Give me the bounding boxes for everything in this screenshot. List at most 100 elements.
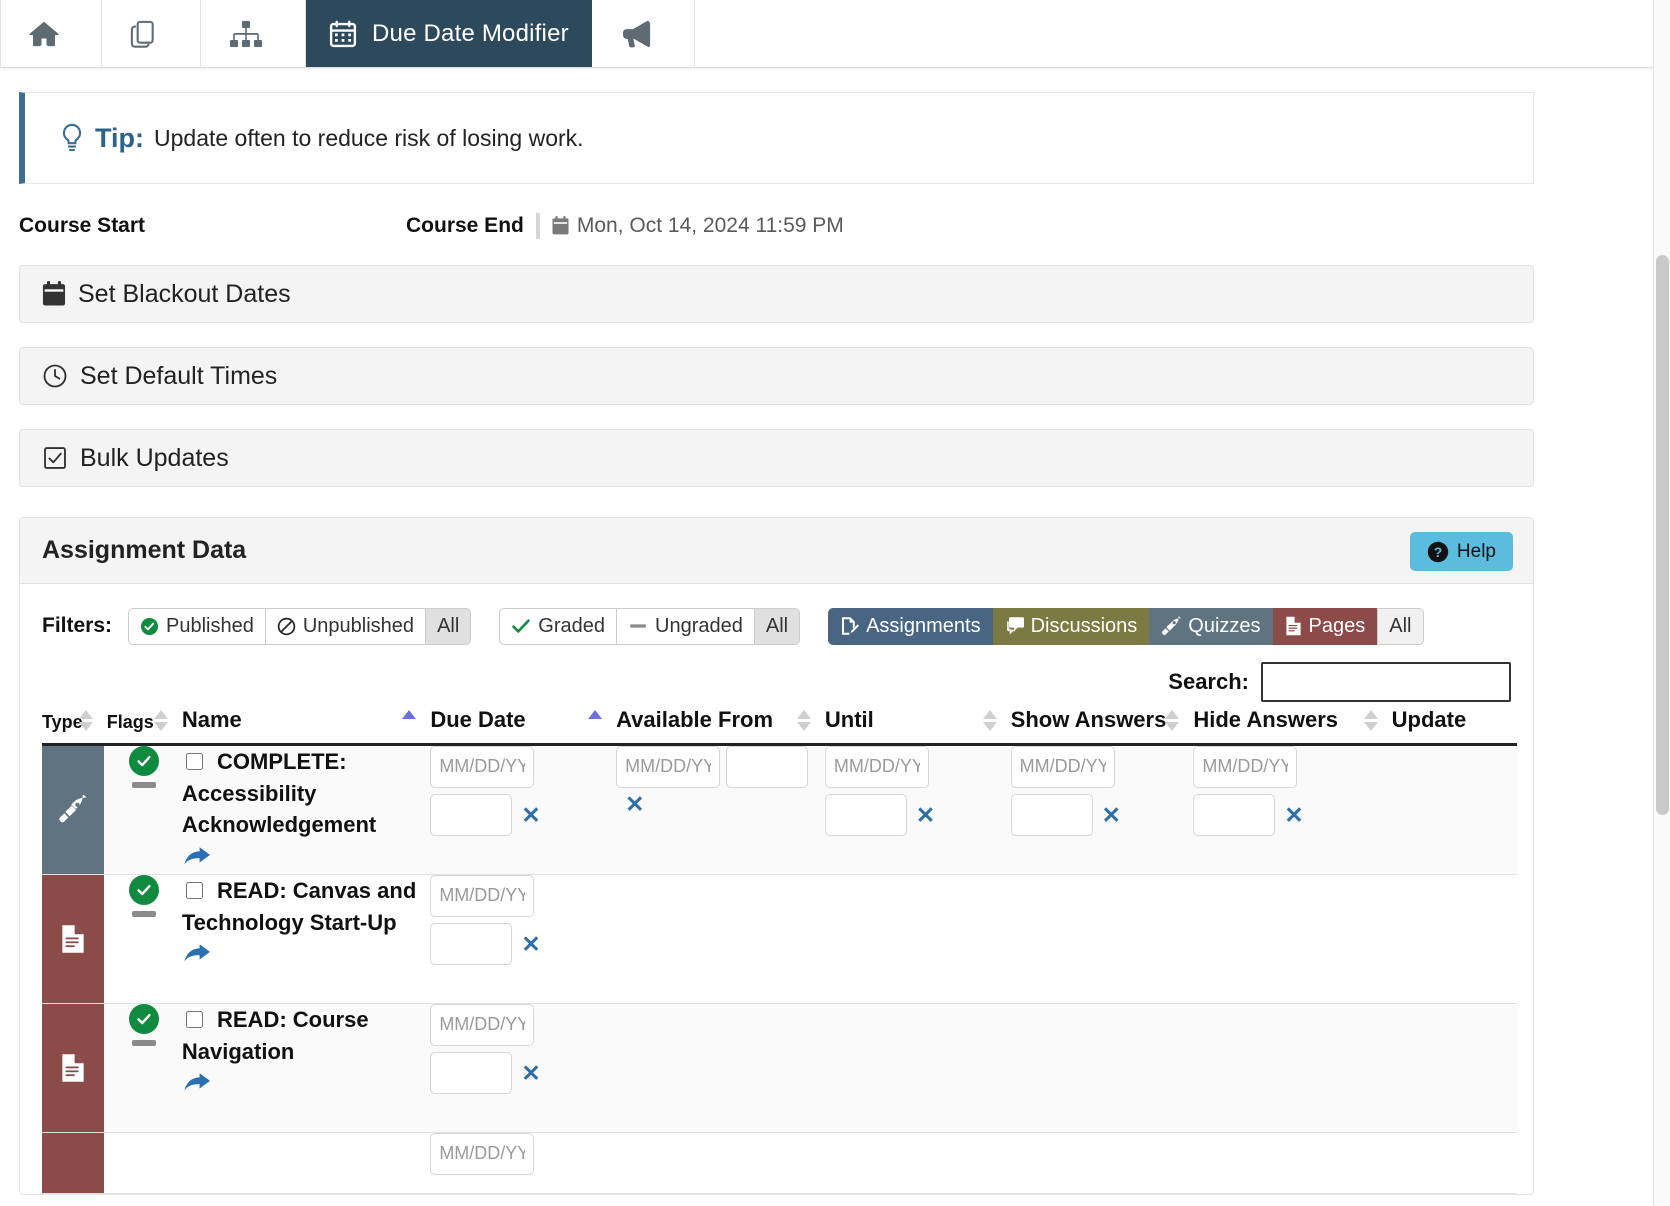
column-header-due-date[interactable]: Due Date	[430, 706, 617, 746]
filter-unpublished-button[interactable]: Unpublished	[264, 607, 427, 645]
sort-indicator-due-date[interactable]	[588, 706, 603, 732]
row-select-checkbox[interactable]	[185, 881, 203, 899]
megaphone-icon	[620, 19, 652, 49]
tip-banner: Tip: Update often to reduce risk of losi…	[19, 92, 1534, 184]
check-circle-icon	[140, 617, 159, 636]
page-scrollbar[interactable]	[1653, 0, 1670, 1206]
course-end-value-wrap[interactable]: Mon, Oct 14, 2024 11:59 PM	[552, 214, 844, 238]
rocket-icon	[42, 745, 104, 874]
due-time-input[interactable]	[430, 1051, 513, 1094]
column-header-available-from[interactable]: Available From	[616, 706, 825, 746]
filter-ungraded-button[interactable]: Ungraded	[616, 607, 755, 645]
sort-indicator-hide-answers[interactable]	[1363, 706, 1378, 732]
filter-grading-all-button[interactable]: All	[753, 607, 801, 645]
row-type-cell	[42, 1132, 107, 1194]
column-header-show-answers[interactable]: Show Answers	[1010, 706, 1194, 746]
column-header-flags[interactable]: Flags	[106, 706, 182, 746]
column-header-name[interactable]: Name	[181, 706, 431, 746]
column-header-hide-answers[interactable]: Hide Answers	[1193, 706, 1392, 746]
filter-group-content-type: Assignments Discussions Quizzes Pages Al…	[828, 607, 1424, 645]
assignment-table-head: Type Flags Name Due Date Available From …	[42, 706, 1517, 746]
column-header-type[interactable]: Type	[42, 706, 107, 746]
assignment-table: Type Flags Name Due Date Available From …	[42, 706, 1517, 1194]
section-set-blackout-dates[interactable]: Set Blackout Dates	[19, 265, 1534, 323]
row-available-from-cell	[616, 1132, 825, 1194]
available-from-extra-input[interactable]	[726, 745, 809, 788]
available-from-date-input[interactable]	[616, 745, 721, 788]
filter-quizzes-button[interactable]: Quizzes	[1149, 607, 1273, 645]
nav-sitemap[interactable]	[201, 0, 306, 67]
share-arrow-icon[interactable]	[182, 1071, 212, 1093]
due-time-input[interactable]	[430, 922, 513, 965]
hide-answers-date-input[interactable]	[1193, 745, 1298, 788]
filter-discussions-button[interactable]: Discussions	[992, 607, 1150, 645]
clear-show-answers-button[interactable]: ✕	[1102, 794, 1121, 836]
search-label: Search:	[1168, 669, 1249, 694]
clear-due-date-button[interactable]: ✕	[521, 923, 540, 965]
filter-published-button[interactable]: Published	[128, 607, 266, 645]
sort-indicator-name[interactable]	[402, 706, 417, 732]
section-set-default-times[interactable]: Set Default Times	[19, 347, 1534, 405]
row-available-from-cell	[616, 1003, 825, 1133]
clear-hide-answers-button[interactable]: ✕	[1284, 794, 1303, 836]
due-date-input[interactable]	[430, 1132, 535, 1175]
filter-assignments-button[interactable]: Assignments	[828, 607, 993, 645]
assignment-data-panel: Assignment Data ? Help Filters: Publishe…	[19, 517, 1534, 1195]
table-row	[42, 1132, 1517, 1194]
row-select-checkbox[interactable]	[185, 752, 203, 770]
filter-content-type-all-button[interactable]: All	[1377, 607, 1424, 645]
filter-publish-all-button[interactable]: All	[425, 607, 472, 645]
clear-available-from-button[interactable]: ✕	[625, 792, 644, 815]
assignment-icon	[840, 616, 860, 636]
section-bulk-updates[interactable]: Bulk Updates	[19, 429, 1534, 487]
dash-icon	[132, 781, 157, 788]
tip-label: Tip:	[95, 122, 144, 153]
sort-indicator-show-answers[interactable]	[1165, 706, 1180, 732]
nav-announcements[interactable]	[592, 0, 695, 67]
filter-pages-button[interactable]: Pages	[1272, 607, 1378, 645]
row-flags-cell	[106, 744, 182, 875]
table-row: COMPLETE: Accessibility Acknowledgement	[42, 744, 1517, 875]
page-title: Assignment Data	[42, 536, 247, 564]
until-time-input[interactable]	[824, 793, 907, 836]
help-button[interactable]: ? Help	[1409, 532, 1513, 571]
until-date-input[interactable]	[824, 745, 929, 788]
nav-home[interactable]	[0, 0, 102, 67]
sort-indicator-flags[interactable]	[153, 706, 168, 732]
row-due-date-cell	[430, 1132, 617, 1194]
show-answers-date-input[interactable]	[1010, 745, 1115, 788]
due-time-input[interactable]	[430, 793, 513, 836]
clear-due-date-button[interactable]: ✕	[521, 1052, 540, 1094]
sort-indicator-type[interactable]	[78, 706, 93, 732]
row-select-checkbox[interactable]	[185, 1010, 203, 1028]
hide-answers-time-input[interactable]	[1193, 793, 1276, 836]
due-date-input[interactable]	[430, 1003, 535, 1046]
filter-graded-button[interactable]: Graded	[499, 607, 618, 645]
course-dates-row: Course Start Course End Mon, Oct 14, 202…	[19, 211, 1651, 241]
row-flags-cell	[106, 1132, 182, 1194]
table-row: READ: Canvas and Technology Start-Up MM/…	[42, 874, 1517, 1004]
checkbox-icon	[42, 445, 68, 471]
clear-until-button[interactable]: ✕	[916, 794, 935, 836]
nav-due-date-modifier[interactable]: Due Date Modifier	[306, 0, 592, 67]
column-header-until[interactable]: Until	[824, 706, 1011, 746]
sort-indicator-until[interactable]	[982, 706, 997, 732]
check-icon	[511, 617, 531, 635]
sort-indicator-available-from[interactable]	[796, 706, 811, 732]
row-name-text: READ: Canvas and Technology Start-Up	[181, 877, 417, 935]
show-answers-time-input[interactable]	[1010, 793, 1093, 836]
search-input[interactable]	[1261, 662, 1511, 702]
top-navigation-bar: Due Date Modifier	[0, 0, 1670, 68]
row-hide-answers-cell: ✕	[1193, 744, 1392, 875]
calendar-icon	[328, 19, 358, 49]
filter-publish-all-label: All	[437, 614, 460, 637]
share-arrow-icon[interactable]	[182, 942, 212, 964]
page-scrollbar-thumb[interactable]	[1656, 255, 1669, 815]
clear-due-date-button[interactable]: ✕	[521, 794, 540, 836]
page-root: Due Date Modifier Tip: Update often to r…	[0, 0, 1670, 1206]
share-arrow-icon[interactable]	[182, 845, 212, 867]
due-date-input[interactable]	[430, 745, 535, 788]
search-row: Search:	[20, 646, 1533, 708]
due-date-input[interactable]	[430, 874, 535, 917]
nav-pages-copy[interactable]	[102, 0, 201, 67]
